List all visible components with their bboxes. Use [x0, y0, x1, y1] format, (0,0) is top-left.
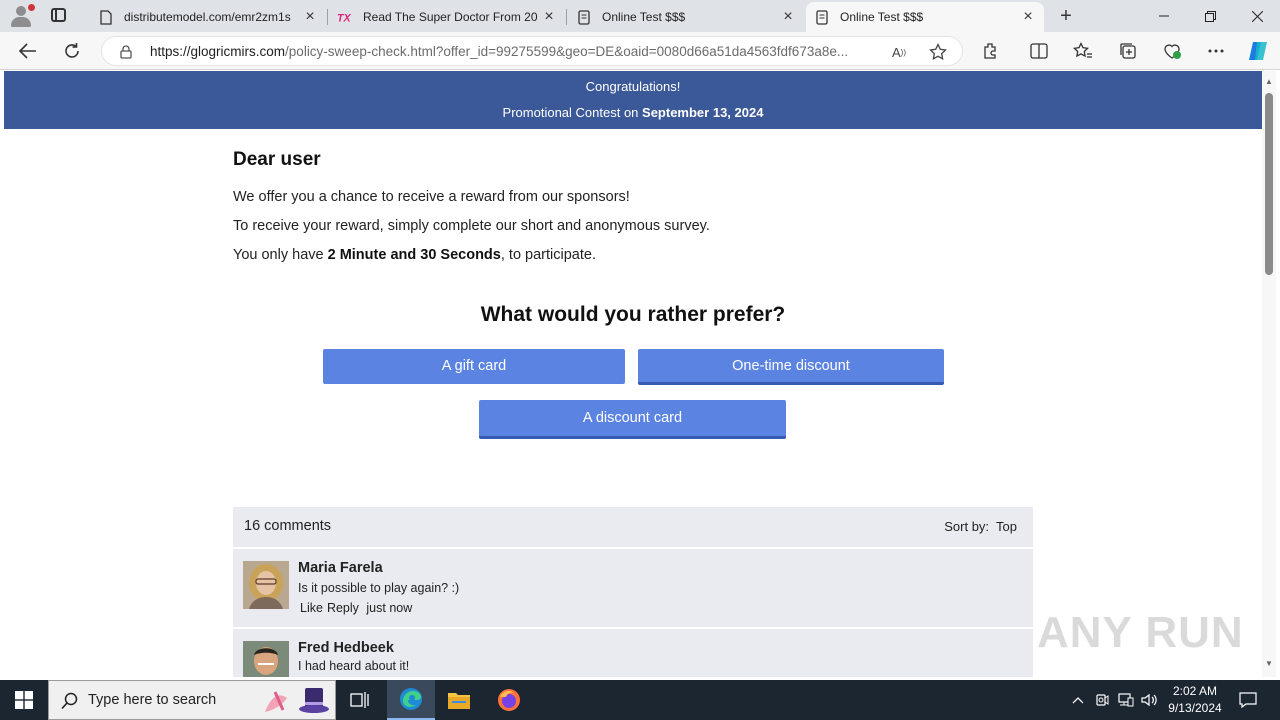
meet-now-icon[interactable] — [1094, 690, 1110, 710]
refresh-icon[interactable] — [60, 39, 84, 63]
sort-control[interactable]: Sort by: Top — [944, 519, 1017, 534]
comment-author[interactable]: Maria Farela — [298, 560, 383, 576]
search-placeholder: Type here to search — [88, 692, 217, 708]
comment-item: Fred Hedbeek I had heard about it! — [233, 629, 1033, 677]
scroll-up-icon[interactable]: ▲ — [1265, 77, 1273, 86]
comment-author[interactable]: Fred Hedbeek — [298, 640, 394, 656]
tab-title: distributemodel.com/emr2zm1s — [124, 10, 291, 24]
minimize-icon[interactable] — [1141, 0, 1187, 32]
read-aloud-icon[interactable]: A)) — [890, 43, 908, 61]
tab-actions-icon[interactable] — [48, 6, 70, 26]
close-icon[interactable]: × — [541, 9, 557, 25]
tx-logo-icon: TX — [337, 9, 353, 25]
tab-distributemodel[interactable]: distributemodel.com/emr2zm1s × — [90, 2, 326, 32]
search-icon — [61, 692, 79, 710]
url-text[interactable]: https://glogricmirs.com/policy-sweep-che… — [150, 44, 890, 59]
windows-start-icon[interactable] — [0, 680, 48, 720]
survey-question: What would you rather prefer? — [480, 303, 786, 326]
tab-strip: distributemodel.com/emr2zm1s × TX Read T… — [0, 0, 1280, 32]
task-view-icon[interactable] — [336, 680, 384, 720]
countdown-text: 2 Minute and 30 Seconds — [327, 247, 501, 263]
comment-item: Maria Farela Is it possible to play agai… — [233, 549, 1033, 627]
address-bar[interactable]: https://glogricmirs.com/policy-sweep-che… — [101, 36, 963, 66]
lock-icon[interactable] — [119, 45, 133, 59]
show-hidden-icons[interactable] — [1070, 690, 1086, 710]
close-icon[interactable]: × — [1020, 9, 1036, 25]
comment-count: 16 comments — [244, 518, 332, 534]
windows-taskbar: Type here to search 2:02 AM 9/13/2024 — [0, 680, 1280, 720]
profile-icon[interactable] — [8, 4, 35, 28]
clock-date: 9/13/2024 — [1168, 701, 1222, 715]
reply-link[interactable]: Reply — [327, 601, 359, 615]
volume-icon[interactable] — [1141, 690, 1159, 710]
file-explorer-icon[interactable] — [435, 680, 483, 720]
intro-paragraph-3: You only have 2 Minute and 30 Seconds, t… — [233, 247, 596, 263]
intro-paragraph-2: To receive your reward, simply complete … — [233, 218, 710, 234]
tab-title: Online Test $$$ — [840, 10, 924, 24]
clock-time: 2:02 AM — [1172, 684, 1218, 698]
taskbar-search[interactable]: Type here to search — [48, 680, 336, 720]
one-time-discount-button[interactable]: One-time discount — [638, 349, 944, 385]
document-icon — [814, 9, 830, 25]
browser-toolbar: https://glogricmirs.com/policy-sweep-che… — [0, 32, 1280, 70]
banner-subtitle: Promotional Contest on September 13, 202… — [502, 105, 764, 120]
favorite-star-icon[interactable] — [929, 43, 947, 61]
tab-title: Online Test $$$ — [602, 10, 686, 24]
banner-title: Congratulations! — [585, 79, 681, 94]
system-clock[interactable]: 2:02 AM 9/13/2024 — [1160, 683, 1230, 717]
document-icon — [576, 9, 592, 25]
page-viewport: Congratulations! Promotional Contest on … — [4, 71, 1262, 677]
close-window-icon[interactable] — [1234, 0, 1280, 32]
page-scrollbar[interactable]: ▲ ▼ — [1262, 71, 1276, 677]
collections-icon[interactable] — [1118, 41, 1138, 61]
notifications-icon[interactable] — [1238, 690, 1258, 710]
edge-taskbar-icon[interactable] — [387, 680, 435, 720]
copilot-icon[interactable] — [1247, 40, 1269, 62]
comment-text: I had heard about it! — [298, 659, 410, 673]
restore-icon[interactable] — [1187, 0, 1233, 32]
scroll-down-icon[interactable]: ▼ — [1265, 659, 1273, 668]
comments-header: 16 comments Sort by: Top — [233, 507, 1033, 547]
split-screen-icon[interactable] — [1029, 41, 1049, 61]
discount-card-button[interactable]: A discount card — [479, 400, 786, 439]
banner-date: September 13, 2024 — [642, 105, 764, 120]
anyrun-watermark: ANY RUN — [1037, 608, 1244, 657]
network-icon[interactable] — [1117, 690, 1135, 710]
gift-card-button[interactable]: A gift card — [323, 349, 625, 384]
new-tab-icon[interactable]: + — [1055, 6, 1077, 26]
greeting-heading: Dear user — [233, 149, 321, 170]
comment-text: Is it possible to play again? :) — [298, 581, 460, 595]
screen: distributemodel.com/emr2zm1s × TX Read T… — [0, 0, 1280, 720]
more-options-icon[interactable] — [1206, 41, 1226, 61]
firefox-icon[interactable] — [485, 680, 533, 720]
search-highlight-icon — [261, 684, 333, 720]
back-icon[interactable] — [16, 39, 40, 63]
tab-online-test[interactable]: Online Test $$$ × — [568, 2, 804, 32]
page-icon — [98, 9, 114, 25]
extensions-icon[interactable] — [981, 41, 1001, 61]
promo-banner: Congratulations! Promotional Contest on … — [4, 71, 1262, 129]
close-icon[interactable]: × — [302, 9, 318, 25]
tab-super-doctor[interactable]: TX Read The Super Doctor From 20 × — [329, 2, 565, 32]
like-link[interactable]: Like — [300, 601, 323, 615]
comment-time: just now — [366, 601, 413, 615]
favorites-icon[interactable] — [1073, 41, 1093, 61]
svg-text:TX: TX — [337, 12, 352, 23]
close-icon[interactable]: × — [780, 9, 796, 25]
browser-essentials-icon[interactable] — [1162, 41, 1182, 61]
tab-title: Read The Super Doctor From 20 — [363, 10, 538, 24]
scroll-thumb[interactable] — [1265, 93, 1273, 275]
avatar — [243, 641, 289, 677]
intro-paragraph-1: We offer you a chance to receive a rewar… — [233, 189, 630, 205]
avatar — [243, 561, 289, 609]
tab-online-test-active[interactable]: Online Test $$$ × — [806, 2, 1044, 32]
comment-meta: Like Reply just now — [300, 601, 416, 615]
